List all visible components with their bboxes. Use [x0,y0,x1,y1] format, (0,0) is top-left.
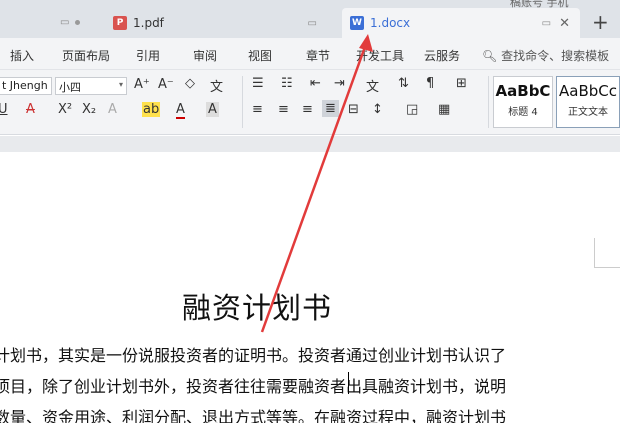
annotation-arrow [260,34,373,333]
